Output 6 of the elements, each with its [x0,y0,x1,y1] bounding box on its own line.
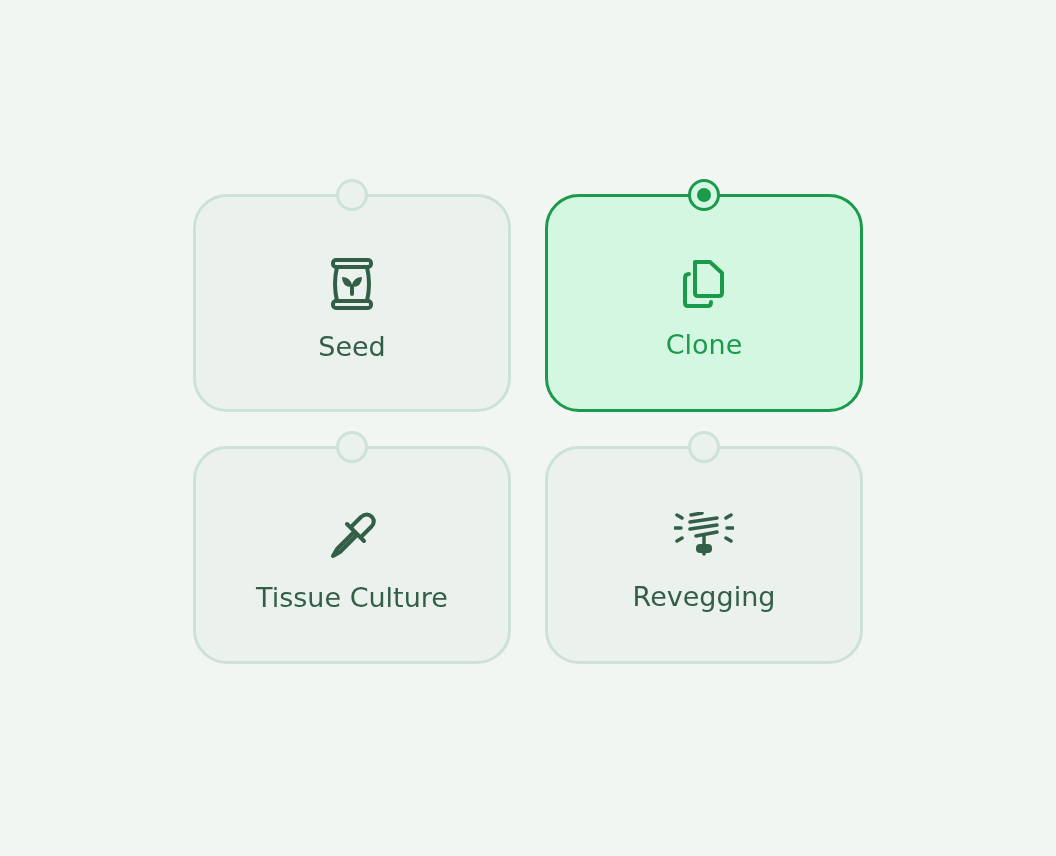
seed-bag-icon [330,258,374,311]
option-card[interactable]: Seed [193,194,511,412]
option-card[interactable]: Tissue Culture [193,446,511,664]
option-card[interactable]: Revegging [545,446,863,664]
copy-icon [682,260,726,309]
radio-button[interactable] [688,179,720,211]
